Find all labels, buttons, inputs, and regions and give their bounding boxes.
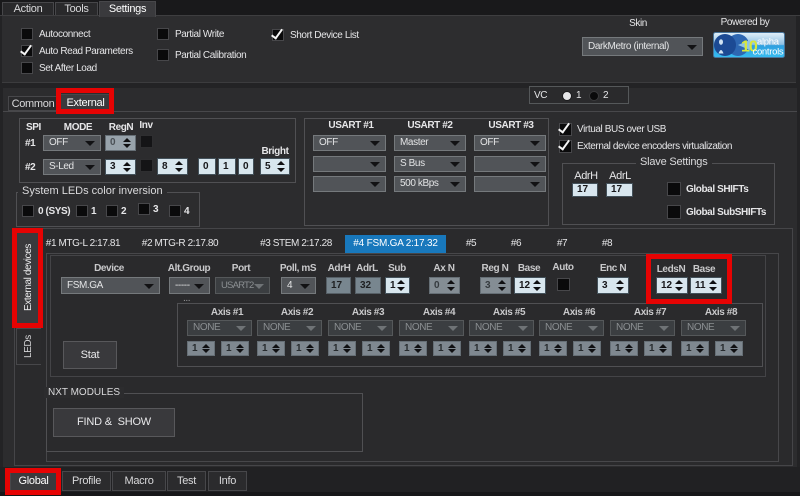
svg-text:controls: controls xyxy=(753,47,784,58)
